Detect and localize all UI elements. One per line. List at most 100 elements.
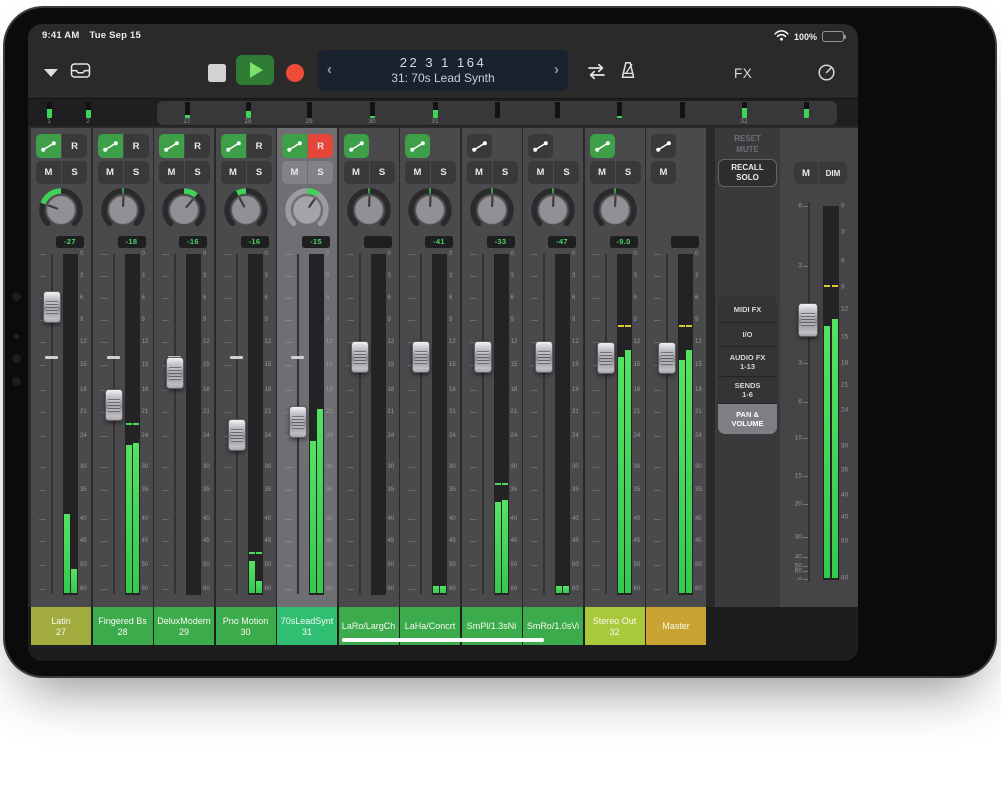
solo-button[interactable]: S (431, 161, 456, 184)
volume-fader-cap[interactable] (597, 342, 615, 374)
mute-button[interactable]: M (344, 161, 369, 184)
channel-strip-deluxmodern[interactable]: RMS -1603691215182124303540455060 (154, 128, 214, 607)
track-name-label[interactable]: 70sLeadSynt31 (277, 607, 337, 645)
pan-knob[interactable] (223, 187, 269, 233)
automation-button[interactable] (98, 134, 123, 158)
mute-button[interactable]: M (159, 161, 184, 184)
solo-button[interactable]: S (247, 161, 272, 184)
channel-strip-laro-largch[interactable]: MS 03691215182124303540455060 (339, 128, 399, 607)
pan-knob[interactable] (38, 187, 84, 233)
track-name-label[interactable]: Master (646, 607, 706, 645)
tab-pan-volume[interactable]: PAN &VOLUME (718, 404, 777, 434)
overview-track-number: 28 (237, 118, 259, 125)
master-fader-cap[interactable] (798, 303, 818, 337)
cycle-button[interactable] (584, 63, 609, 80)
mute-button[interactable]: M (282, 161, 307, 184)
record-enable-button[interactable]: R (124, 134, 149, 158)
automation-button[interactable] (36, 134, 61, 158)
track-name-label[interactable]: Stereo Out32 (585, 607, 645, 645)
pan-knob[interactable] (407, 187, 453, 233)
automation-button[interactable] (467, 134, 492, 158)
horizontal-scrollbar[interactable] (342, 638, 544, 642)
volume-fader-cap[interactable] (351, 341, 369, 373)
record-enable-button[interactable]: R (62, 134, 87, 158)
solo-button[interactable]: S (616, 161, 641, 184)
master-mute-button[interactable]: M (794, 162, 818, 184)
record-button[interactable] (286, 64, 304, 82)
master-dim-button[interactable]: DIM (819, 162, 847, 184)
volume-fader-cap[interactable] (43, 291, 61, 323)
volume-fader-cap[interactable] (474, 341, 492, 373)
automation-button[interactable] (590, 134, 615, 158)
volume-fader-cap[interactable] (105, 389, 123, 421)
mute-button[interactable]: M (98, 161, 123, 184)
solo-button[interactable]: S (62, 161, 87, 184)
tab-audio-fx-1-13[interactable]: AUDIO FX1-13 (718, 347, 777, 377)
tab-i-o[interactable]: I/O (718, 323, 777, 347)
tab-midi-fx[interactable]: MIDI FX (718, 296, 777, 323)
channel-strip-pno-motion[interactable]: RMS -1603691215182124303540455060 (216, 128, 276, 607)
tab-sends-1-6[interactable]: SENDS1-6 (718, 377, 777, 404)
record-enable-button[interactable]: R (247, 134, 272, 158)
track-name-label[interactable]: Pno Motion30 (216, 607, 276, 645)
volume-fader-cap[interactable] (412, 341, 430, 373)
volume-fader-cap[interactable] (658, 342, 676, 374)
channel-strip-smro-1-0svi[interactable]: MS -4703691215182124303540455060 (523, 128, 583, 607)
reset-mute-button[interactable]: RESET MUTE (715, 133, 780, 155)
channel-strip-latin[interactable]: RMS -2703691215182124303540455060 (31, 128, 91, 607)
solo-button[interactable]: S (370, 161, 395, 184)
channel-strip-smpl-1-3sni[interactable]: MS -3303691215182124303540455060 (462, 128, 522, 607)
track-name-label[interactable]: Latin27 (31, 607, 91, 645)
channel-strip-70sleadsynt[interactable]: RMS -1503691215182124303540455060 (277, 128, 337, 607)
volume-fader-cap[interactable] (535, 341, 553, 373)
mute-button[interactable]: M (528, 161, 553, 184)
automation-button[interactable] (282, 134, 307, 158)
pan-knob[interactable] (469, 187, 515, 233)
lcd-display[interactable]: ‹ › 22 3 1 164 31: 70s Lead Synth (318, 50, 568, 91)
pan-knob[interactable] (100, 187, 146, 233)
track-name-label[interactable]: DeluxModern29 (154, 607, 214, 645)
pan-knob[interactable] (161, 187, 207, 233)
mute-button[interactable]: M (590, 161, 615, 184)
meter-scale-label: 45 (265, 538, 272, 544)
mute-button[interactable]: M (467, 161, 492, 184)
recall-solo-button[interactable]: RECALL SOLO (718, 159, 777, 187)
mute-button[interactable]: M (221, 161, 246, 184)
view-disclosure-button[interactable] (44, 69, 58, 77)
automation-button[interactable] (344, 134, 369, 158)
play-button[interactable] (236, 55, 274, 85)
channel-strip-stereo-out[interactable]: MS -9.003691215182124303540455060 (585, 128, 645, 607)
solo-button[interactable]: S (185, 161, 210, 184)
stop-button[interactable] (208, 64, 226, 82)
record-enable-button[interactable]: R (308, 134, 333, 158)
mixer-settings-button[interactable] (816, 62, 837, 83)
pan-knob[interactable] (284, 187, 330, 233)
pan-knob[interactable] (530, 187, 576, 233)
library-tray-button[interactable] (70, 62, 91, 79)
volume-fader-cap[interactable] (228, 419, 246, 451)
automation-button[interactable] (221, 134, 246, 158)
pan-knob[interactable] (592, 187, 638, 233)
fx-button[interactable]: FX (734, 66, 752, 81)
automation-button[interactable] (159, 134, 184, 158)
solo-button[interactable]: S (493, 161, 518, 184)
automation-button[interactable] (528, 134, 553, 158)
automation-button[interactable] (405, 134, 430, 158)
channel-strip-laha-concrt[interactable]: MS -4103691215182124303540455060 (400, 128, 460, 607)
record-enable-button[interactable]: R (185, 134, 210, 158)
track-name-label[interactable]: Fingered Bs28 (93, 607, 153, 645)
solo-button[interactable]: S (554, 161, 579, 184)
mute-button[interactable]: M (36, 161, 61, 184)
automation-button[interactable] (651, 134, 676, 158)
track-labels-row: Latin27Fingered Bs28DeluxModern29Pno Mot… (28, 607, 858, 645)
solo-button[interactable]: S (124, 161, 149, 184)
volume-fader-cap[interactable] (166, 357, 184, 389)
channel-strip-fingered-bs[interactable]: RMS -1803691215182124303540455060 (93, 128, 153, 607)
mute-button[interactable]: M (651, 161, 676, 184)
channel-strip-master[interactable]: M03691215182124303540455060 (646, 128, 706, 607)
solo-button[interactable]: S (308, 161, 333, 184)
volume-fader-cap[interactable] (289, 406, 307, 438)
metronome-button[interactable] (619, 61, 637, 80)
pan-knob[interactable] (346, 187, 392, 233)
mute-button[interactable]: M (405, 161, 430, 184)
